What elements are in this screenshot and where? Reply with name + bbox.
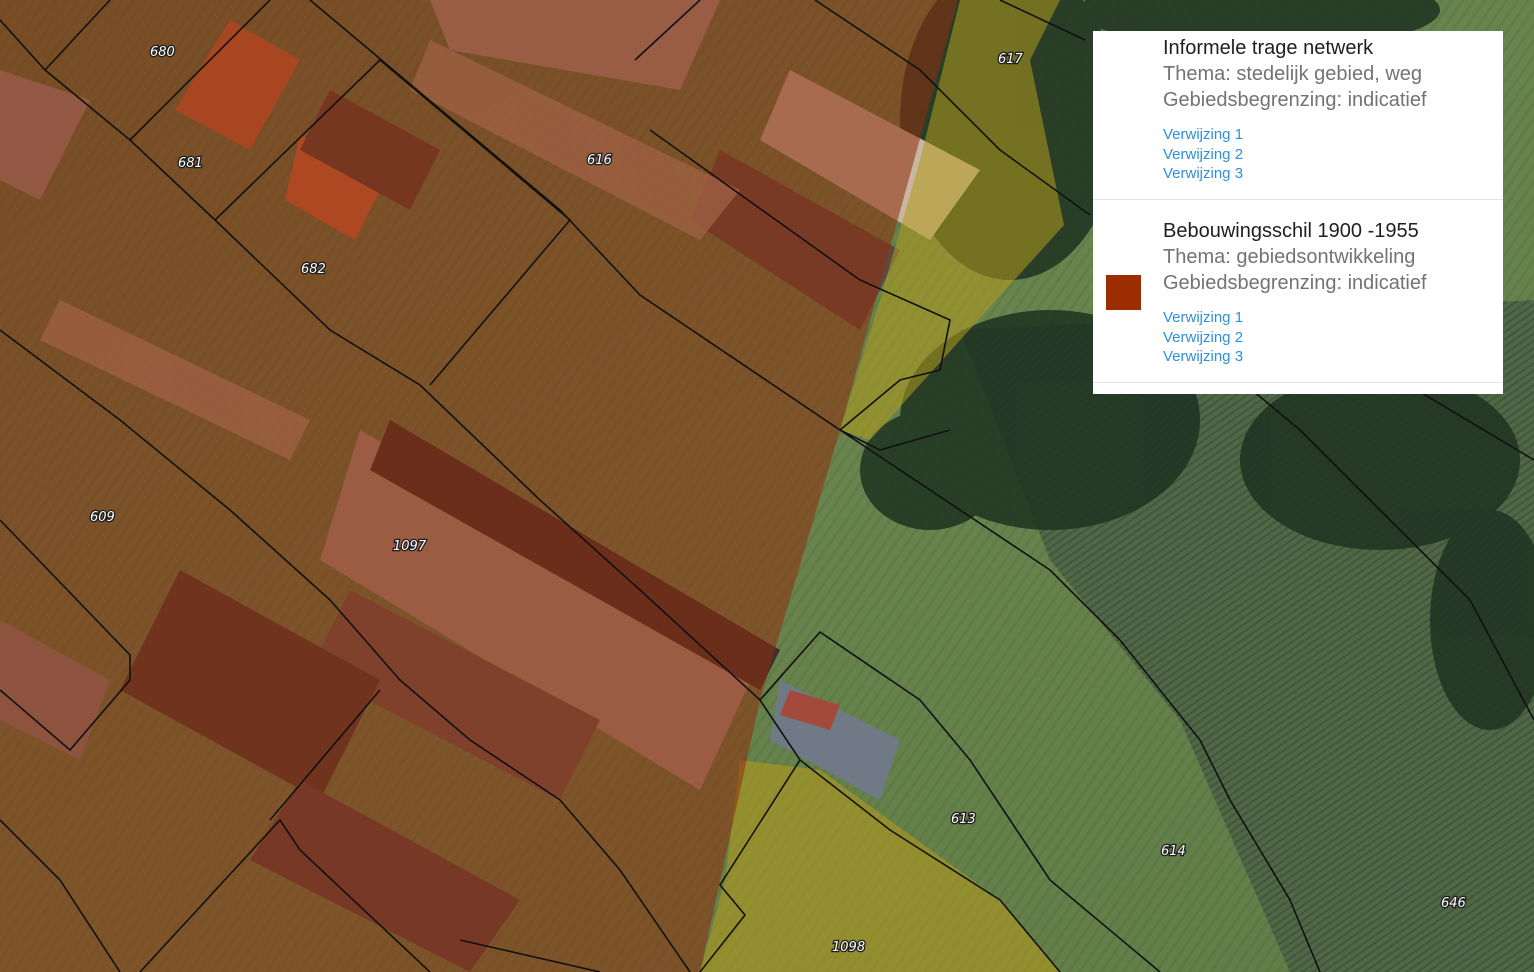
parcel-label: 614 bbox=[1161, 844, 1186, 859]
parcel-label: 617 bbox=[998, 52, 1024, 67]
parcel-label: 646 bbox=[1441, 896, 1466, 911]
parcel-label: 609 bbox=[90, 510, 115, 525]
parcel-label: 613 bbox=[951, 812, 976, 827]
verwijzing-link-3[interactable]: Verwijzing 3 bbox=[1163, 347, 1495, 367]
legend-entry-begrenzing: Gebiedsbegrenzing: indicatief bbox=[1163, 272, 1427, 294]
legend-entry-links: Verwijzing 1 Verwijzing 2 Verwijzing 3 bbox=[1163, 125, 1495, 184]
parcel-label: 1098 bbox=[832, 940, 865, 955]
parcel-label: 616 bbox=[587, 153, 612, 168]
legend-entry-title: Bebouwingsschil 1900 -1955 bbox=[1163, 220, 1419, 242]
legend-entry-title: Informele trage netwerk bbox=[1163, 37, 1374, 59]
verwijzing-link-2[interactable]: Verwijzing 2 bbox=[1163, 328, 1495, 348]
legend-color-swatch bbox=[1106, 275, 1141, 310]
legend-entry-thema: Thema: stedelijk gebied, weg bbox=[1163, 63, 1423, 85]
legend-entry-trage-netwerk: Informele trage netwerk Thema: stedelijk… bbox=[1093, 31, 1503, 200]
parcel-label: 680 bbox=[150, 45, 175, 60]
verwijzing-link-1[interactable]: Verwijzing 1 bbox=[1163, 308, 1495, 328]
legend-entry-links: Verwijzing 1 Verwijzing 2 Verwijzing 3 bbox=[1163, 308, 1495, 367]
legend-entry-text: Bebouwingsschil 1900 -1955 Thema: gebied… bbox=[1163, 218, 1495, 367]
parcel-label: 681 bbox=[178, 156, 203, 171]
legend-entry-thema: Thema: gebiedsontwikkeling bbox=[1163, 246, 1416, 268]
legend-panel: Informele trage netwerk Thema: stedelijk… bbox=[1093, 31, 1503, 394]
verwijzing-link-1[interactable]: Verwijzing 1 bbox=[1163, 125, 1495, 145]
legend-entry-bebouwingsschil: Bebouwingsschil 1900 -1955 Thema: gebied… bbox=[1093, 216, 1503, 383]
parcel-label: 682 bbox=[301, 262, 326, 277]
parcel-label: 1097 bbox=[393, 539, 427, 554]
legend-entry-begrenzing: Gebiedsbegrenzing: indicatief bbox=[1163, 89, 1427, 111]
verwijzing-link-2[interactable]: Verwijzing 2 bbox=[1163, 145, 1495, 165]
legend-entry-text: Informele trage netwerk Thema: stedelijk… bbox=[1163, 35, 1495, 184]
verwijzing-link-3[interactable]: Verwijzing 3 bbox=[1163, 164, 1495, 184]
aerial-map[interactable]: 680 681 682 616 617 609 1097 613 614 646… bbox=[0, 0, 1534, 972]
